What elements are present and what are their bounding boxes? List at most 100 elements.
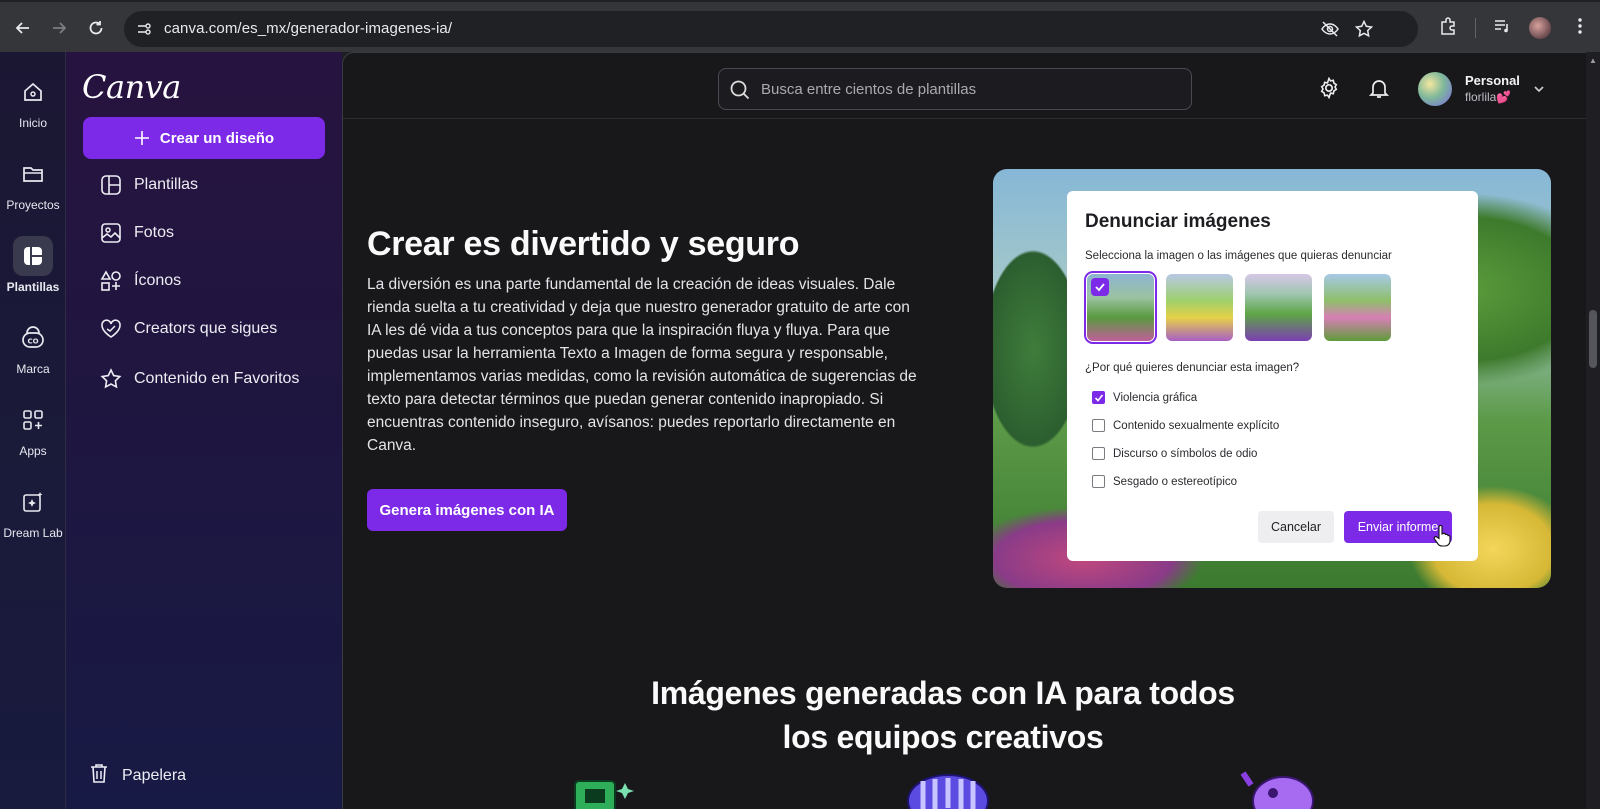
account-avatar[interactable] <box>1418 72 1452 106</box>
rail-label: Inicio <box>18 116 47 130</box>
templates-icon <box>13 236 53 276</box>
search-placeholder: Busca entre cientos de plantillas <box>761 81 977 98</box>
rail-item-proyectos[interactable]: Proyectos <box>0 154 66 212</box>
dialog-title: Denunciar imágenes <box>1085 211 1271 232</box>
search-input[interactable]: Busca entre cientos de plantillas <box>718 68 1192 110</box>
create-design-label: Crear un diseño <box>159 129 275 147</box>
section-title: Imágenes generadas con IA para todos los… <box>543 671 1343 759</box>
trash-icon <box>88 762 110 789</box>
create-design-button[interactable]: Crear un diseño <box>83 117 325 159</box>
image-thumbnail[interactable] <box>1084 271 1157 344</box>
reason-option[interactable]: Discurso o símbolos de odio <box>1092 447 1257 460</box>
main-content: Busca entre cientos de plantillas Person… <box>342 52 1586 809</box>
sidebar-item-favoritos[interactable]: Contenido en Favoritos <box>100 368 299 390</box>
forward-arrow-icon <box>53 22 67 34</box>
section-title-line: los equipos creativos <box>782 719 1104 755</box>
dream-lab-icon <box>13 482 53 522</box>
scroll-up-arrow-icon[interactable]: ▲ <box>1589 56 1597 65</box>
extensions-icon[interactable] <box>1438 16 1458 41</box>
reason-label: Violencia gráfica <box>1113 391 1198 404</box>
reason-option[interactable]: Contenido sexualmente explícito <box>1092 419 1279 432</box>
report-dialog: Denunciar imágenes Selecciona la imagen … <box>1067 191 1478 561</box>
address-bar[interactable]: canva.com/es_mx/generador-imagenes-ia/ <box>124 11 1418 47</box>
sidebar-item-label: Contenido en Favoritos <box>134 370 300 387</box>
notifications-bell-icon[interactable] <box>1368 77 1390 104</box>
trash-label: Papelera <box>122 766 187 784</box>
report-reason-question: ¿Por qué quieres denunciar esta imagen? <box>1085 362 1300 374</box>
hero-body: La diversión es una parte fundamental de… <box>367 276 917 454</box>
profile-avatar[interactable] <box>1529 17 1551 39</box>
sidebar-item-trash[interactable]: Papelera <box>88 762 186 789</box>
account-username[interactable]: florlila💕 <box>1465 90 1511 104</box>
back-button[interactable] <box>9 14 37 42</box>
toolbar-divider <box>1475 18 1476 38</box>
checkbox-checked[interactable] <box>1092 391 1105 404</box>
image-thumbnail[interactable] <box>1166 274 1233 341</box>
generate-images-button[interactable]: Genera imágenes con IA <box>367 489 567 531</box>
reason-label: Contenido sexualmente explícito <box>1113 419 1280 432</box>
reason-option[interactable]: Sesgado o estereotípico <box>1092 475 1237 488</box>
site-settings-icon[interactable] <box>134 19 154 39</box>
sidebar-item-iconos[interactable]: Íconos <box>100 270 181 292</box>
rail-label: Plantillas <box>6 280 60 294</box>
rail-item-plantillas[interactable]: Plantillas <box>0 236 66 294</box>
rail-label: Dream Lab <box>3 526 63 540</box>
bookmark-star-icon[interactable] <box>1354 19 1374 44</box>
rail-item-marca[interactable]: CO Marca <box>0 318 66 376</box>
search-icon <box>729 79 751 106</box>
sidebar-item-creators[interactable]: Creators que sigues <box>100 318 277 340</box>
browser-toolbar: canva.com/es_mx/generador-imagenes-ia/ <box>0 0 1600 52</box>
reload-button[interactable] <box>82 14 110 42</box>
forward-button[interactable] <box>45 14 73 42</box>
reason-option[interactable]: Violencia gráfica <box>1092 391 1197 404</box>
home-icon <box>13 72 53 112</box>
rail-label: Marca <box>16 362 50 376</box>
rail-item-apps[interactable]: Apps <box>0 400 66 458</box>
report-illustration: Denunciar imágenes Selecciona la imagen … <box>993 169 1551 588</box>
cancel-button[interactable]: Cancelar <box>1258 511 1334 543</box>
more-menu-icon[interactable] <box>1570 16 1590 41</box>
templates-icon <box>100 174 122 196</box>
rail-label: Apps <box>19 444 47 458</box>
media-control-icon[interactable] <box>1492 16 1512 41</box>
shapes-icon <box>100 270 122 292</box>
illustration-icon <box>574 780 634 809</box>
star-icon <box>100 368 122 390</box>
image-thumbnail[interactable] <box>1324 274 1391 341</box>
heart-icon <box>100 318 122 340</box>
checkbox[interactable] <box>1092 475 1105 488</box>
checkbox[interactable] <box>1092 447 1105 460</box>
image-thumbnail[interactable] <box>1245 274 1312 341</box>
top-bar: Busca entre cientos de plantillas Person… <box>343 53 1586 119</box>
sidebar: Canva Crear un diseño Plantillas Fotos Í… <box>66 52 342 809</box>
sidebar-item-label: Plantillas <box>134 176 199 193</box>
checkmark-icon <box>1091 278 1109 296</box>
canva-logo[interactable]: Canva <box>82 68 181 106</box>
settings-gear-icon[interactable] <box>1318 76 1340 104</box>
brand-icon: CO <box>13 318 53 358</box>
left-rail: Inicio Proyectos Plantillas CO Marca App… <box>0 52 66 809</box>
sidebar-item-fotos[interactable]: Fotos <box>100 222 174 244</box>
scrollbar-thumb[interactable] <box>1589 310 1597 368</box>
plus-icon <box>134 131 149 145</box>
sidebar-item-label: Íconos <box>134 272 182 289</box>
page-scrollbar[interactable]: ▲ <box>1586 52 1600 809</box>
hand-pointer-icon <box>1433 525 1451 552</box>
dialog-subtitle: Selecciona la imagen o las imágenes que … <box>1085 250 1392 262</box>
svg-text:CO: CO <box>27 338 38 346</box>
account-name[interactable]: Personal <box>1465 73 1520 88</box>
illustration-icon <box>907 774 989 809</box>
back-arrow-icon <box>15 22 29 34</box>
reason-label: Discurso o símbolos de odio <box>1113 447 1258 460</box>
sidebar-item-plantillas[interactable]: Plantillas <box>100 174 198 196</box>
rail-item-inicio[interactable]: Inicio <box>0 72 66 130</box>
sidebar-item-label: Creators que sigues <box>134 320 278 337</box>
checkbox[interactable] <box>1092 419 1105 432</box>
photo-icon <box>100 222 122 244</box>
reload-icon <box>89 21 103 35</box>
rail-item-dream-lab[interactable]: Dream Lab <box>0 482 66 540</box>
reason-label: Sesgado o estereotípico <box>1113 475 1238 488</box>
eye-off-icon[interactable] <box>1320 19 1340 44</box>
url-text: canva.com/es_mx/generador-imagenes-ia/ <box>164 20 453 37</box>
chevron-down-icon[interactable] <box>1533 82 1545 100</box>
